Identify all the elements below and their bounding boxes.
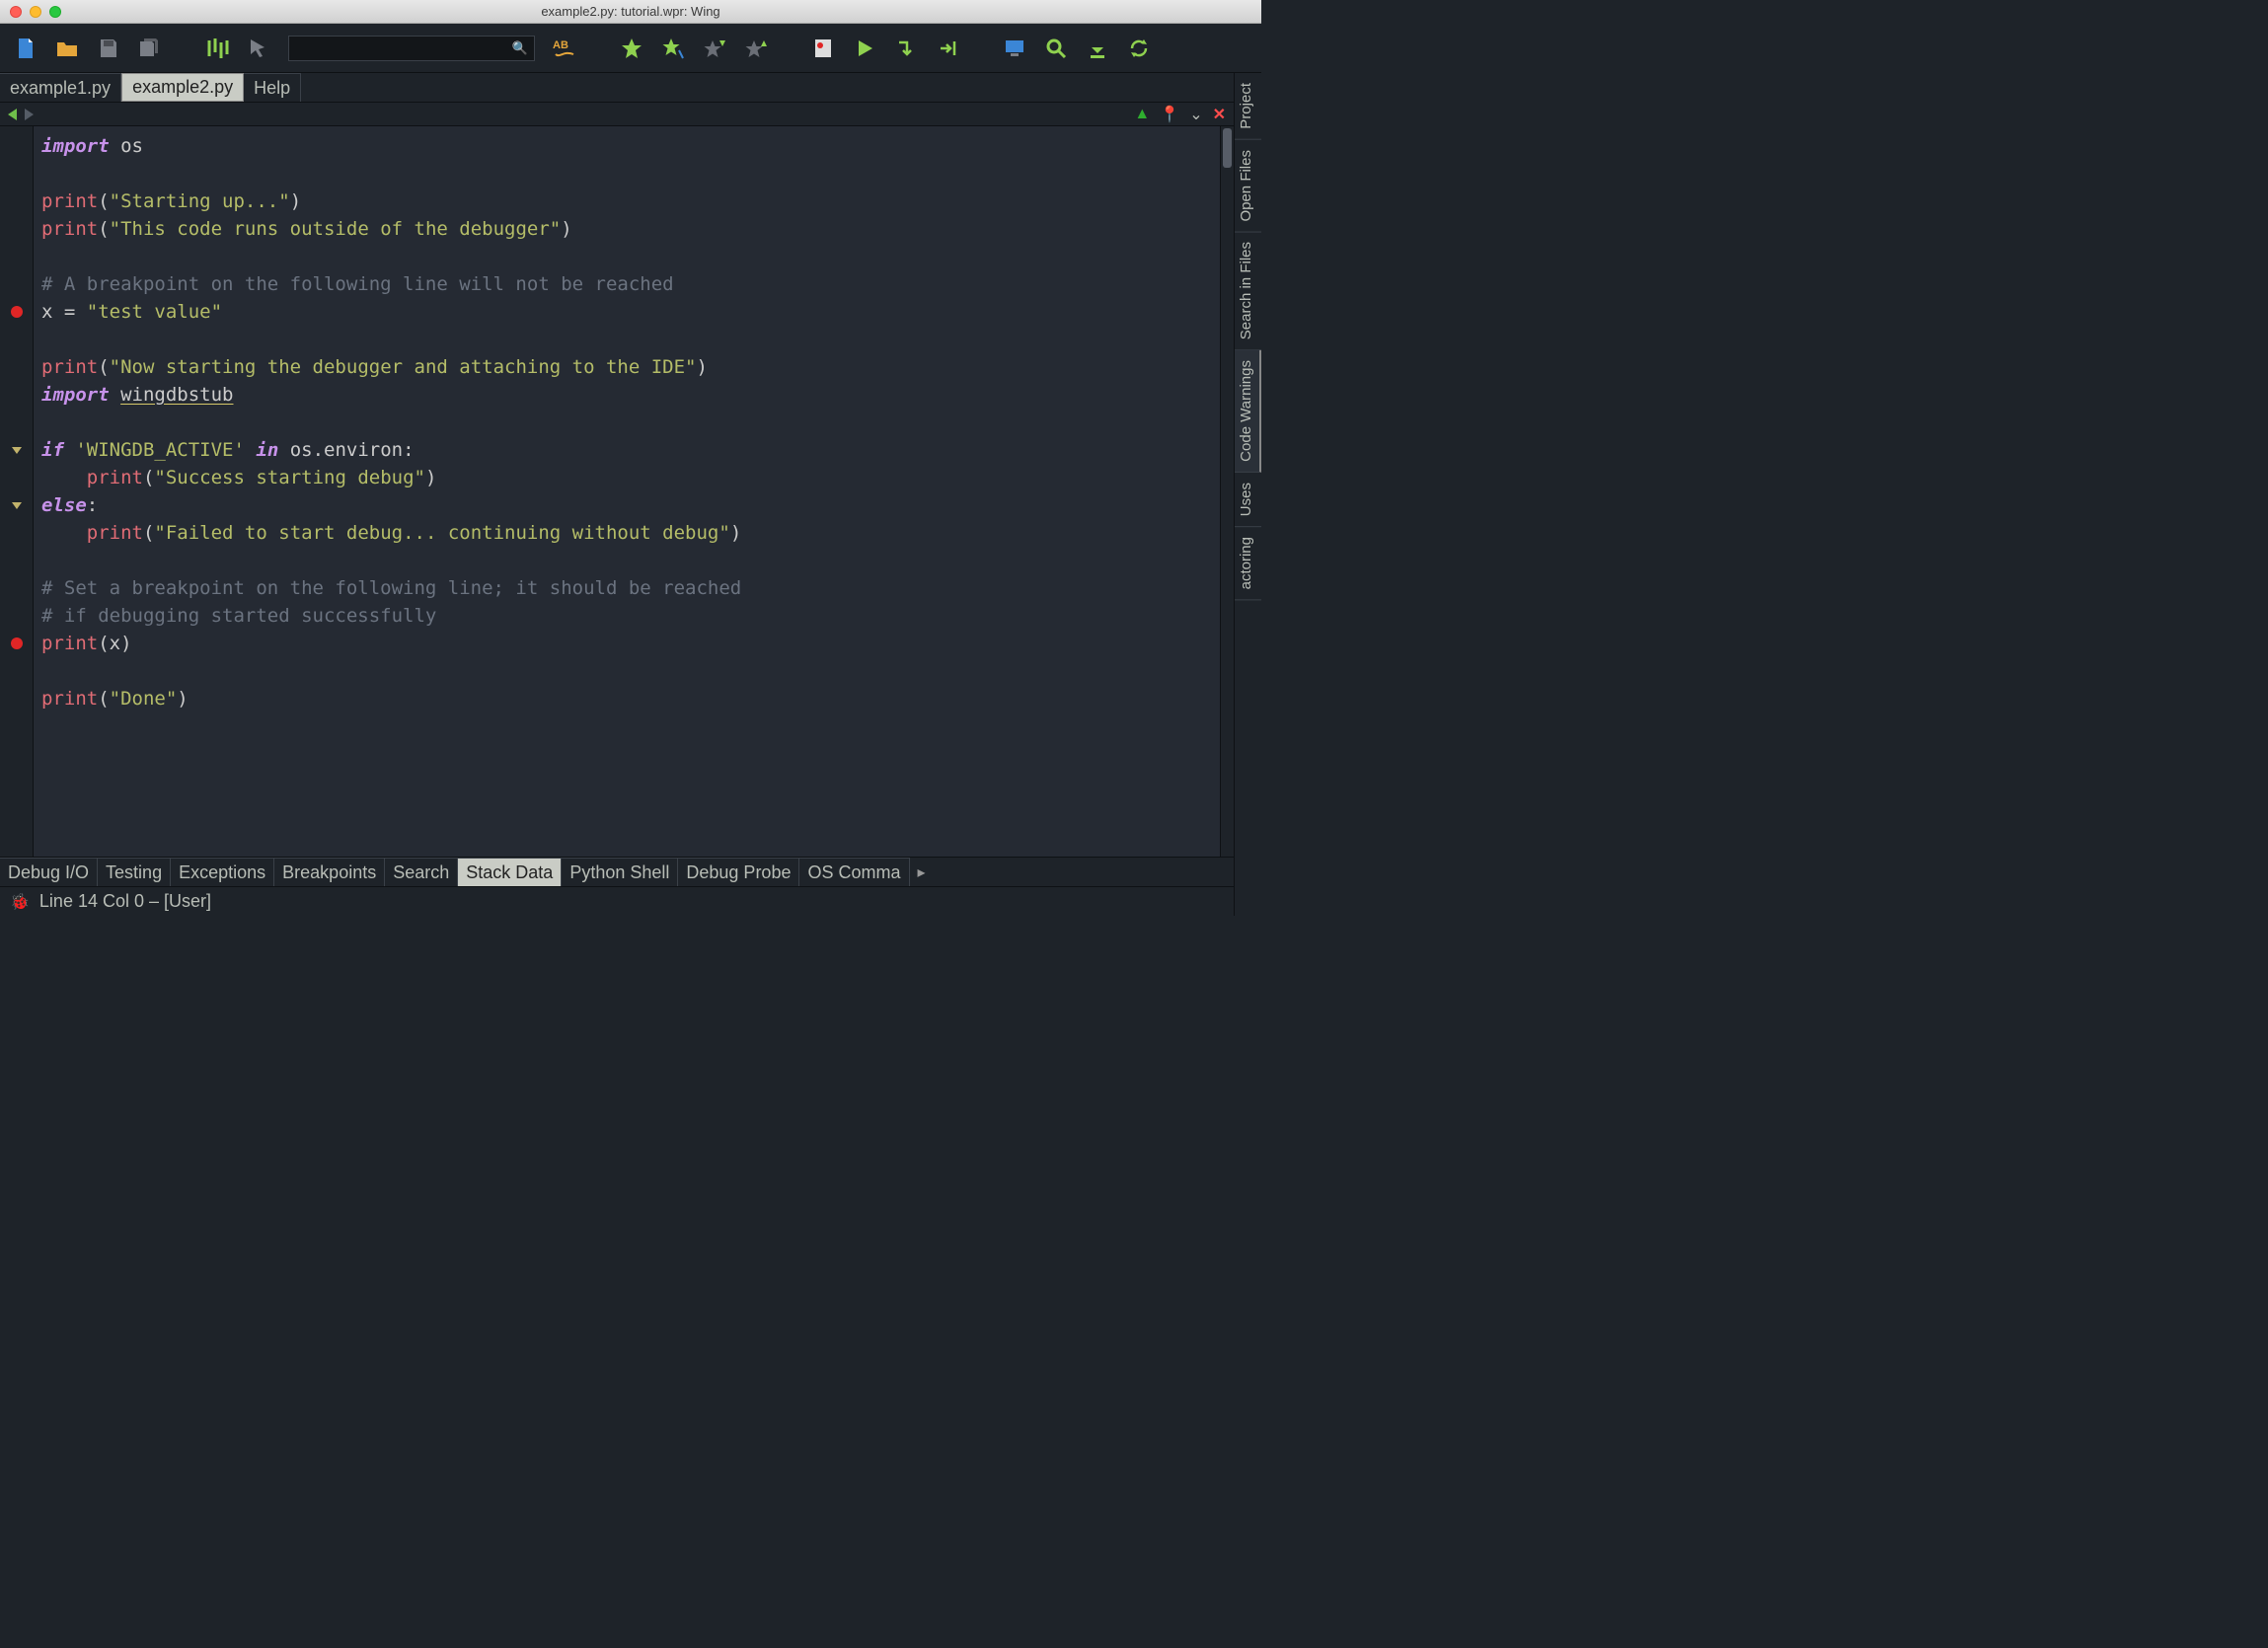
rail-tab[interactable]: Open Files [1235,140,1261,233]
search-input[interactable] [289,40,512,55]
open-folder-icon[interactable] [55,37,79,60]
svg-text:AB: AB [553,39,568,51]
step-over-icon[interactable] [894,37,918,60]
refresh-icon[interactable] [1127,37,1151,60]
more-tabs-icon[interactable]: ▸ [910,858,934,886]
code-area[interactable]: import os print("Starting up...")print("… [34,126,1234,857]
maximize-icon[interactable] [49,6,61,18]
close-editor-icon[interactable]: ✕ [1213,105,1226,124]
chevron-down-icon[interactable]: ⌄ [1189,105,1202,124]
pin-icon[interactable]: 📍 [1160,105,1179,124]
rail-tab[interactable]: actoring [1235,527,1261,600]
breakpoint-marker[interactable] [11,637,23,649]
right-tool-rail: ProjectOpen FilesSearch in FilesCode War… [1234,73,1261,916]
monitor-icon[interactable] [1003,37,1026,60]
fold-icon[interactable] [12,502,22,509]
download-icon[interactable] [1086,37,1109,60]
window-controls [0,6,61,18]
bookmark-icon[interactable] [620,37,643,60]
bookmark-add-icon[interactable] [661,37,685,60]
spellcheck-icon[interactable]: AB [553,37,576,60]
new-file-icon[interactable] [14,37,38,60]
rail-tab[interactable]: Project [1235,73,1261,140]
titlebar: example2.py: tutorial.wpr: Wing [0,0,1261,24]
scrollbar-thumb[interactable] [1223,128,1232,168]
rail-tab[interactable]: Code Warnings [1235,350,1261,473]
window-title: example2.py: tutorial.wpr: Wing [0,4,1261,19]
bottom-tab[interactable]: Stack Data [458,858,562,886]
editor[interactable]: import os print("Starting up...")print("… [0,126,1234,857]
bottom-tab[interactable]: Exceptions [171,858,274,886]
file-tabs: example1.pyexample2.pyHelp [0,73,1234,103]
warning-icon[interactable]: ▲ [1134,106,1150,123]
bug-icon[interactable]: 🐞 [10,892,30,912]
bottom-panel-tabs: Debug I/OTestingExceptionsBreakpointsSea… [0,857,1234,886]
breakpoint-icon[interactable] [811,37,835,60]
statusbar: 🐞 Line 14 Col 0 – [User] [0,886,1234,916]
bottom-tab[interactable]: Testing [98,858,171,886]
step-into-icon[interactable] [936,37,959,60]
breakpoint-marker[interactable] [11,306,23,318]
file-tab[interactable]: Help [244,73,301,102]
bottom-tab[interactable]: Debug I/O [0,858,98,886]
bottom-tab[interactable]: Python Shell [562,858,678,886]
bottom-tab[interactable]: Search [385,858,458,886]
bookmark-prev-icon[interactable] [703,37,726,60]
toolbar-search[interactable]: 🔍 [288,36,535,61]
status-text: Line 14 Col 0 – [User] [39,891,211,912]
bottom-tab[interactable]: Breakpoints [274,858,385,886]
indent-icon[interactable] [205,37,229,60]
bookmark-next-icon[interactable] [744,37,768,60]
nav-back-icon[interactable] [8,109,17,120]
bottom-tab[interactable]: Debug Probe [678,858,799,886]
cursor-icon[interactable] [247,37,270,60]
save-all-icon[interactable] [138,37,162,60]
rail-tab[interactable]: Search in Files [1235,232,1261,350]
file-tab[interactable]: example2.py [121,73,244,102]
fold-icon[interactable] [12,447,22,454]
nav-forward-icon[interactable] [25,109,34,120]
close-icon[interactable] [10,6,22,18]
toolbar: 🔍 AB [0,24,1261,73]
file-tab[interactable]: example1.py [0,73,121,102]
bottom-tab[interactable]: OS Comma [799,858,909,886]
save-icon[interactable] [97,37,120,60]
minimize-icon[interactable] [30,6,41,18]
search-submit-icon[interactable]: 🔍 [512,40,534,56]
editor-nav-bar: ▲ 📍 ⌄ ✕ [0,103,1234,126]
rail-tab[interactable]: Uses [1235,473,1261,527]
run-icon[interactable] [853,37,876,60]
search-icon[interactable] [1044,37,1068,60]
scrollbar[interactable] [1220,126,1234,857]
